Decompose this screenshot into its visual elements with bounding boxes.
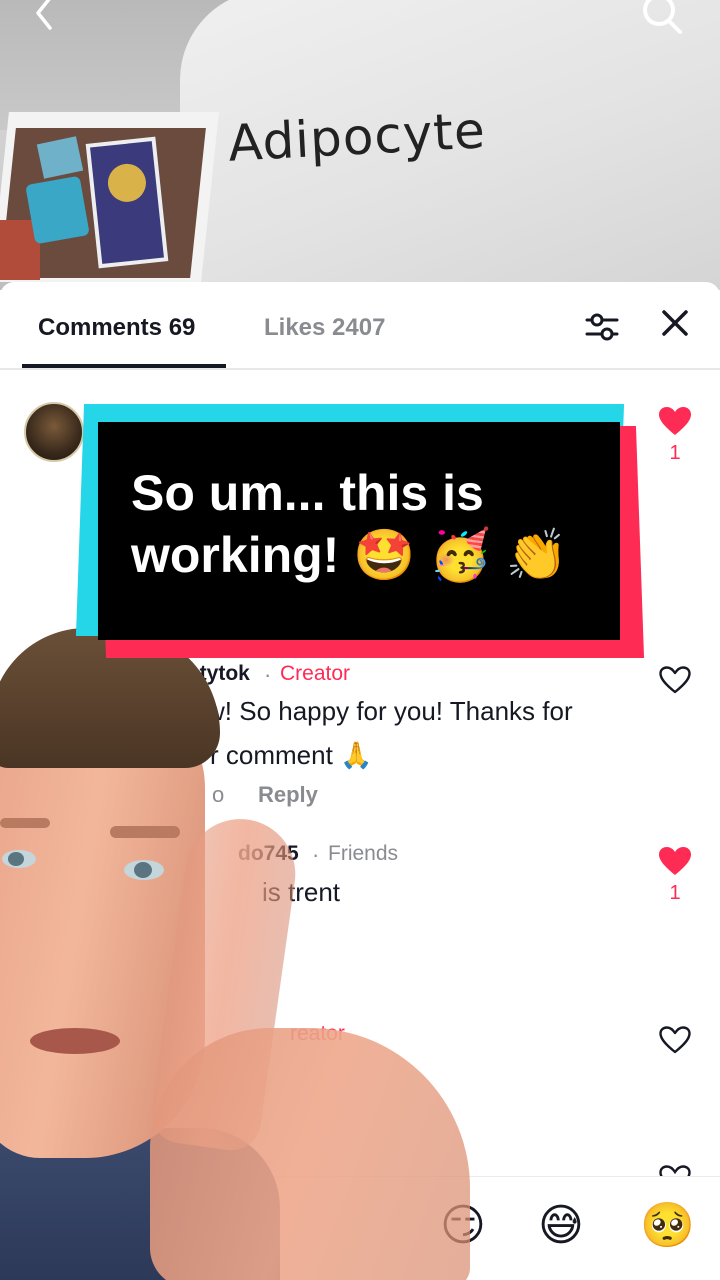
box-item xyxy=(85,136,169,269)
emoji-button[interactable]: 😅 xyxy=(538,1201,584,1251)
like-count: 1 xyxy=(669,882,681,904)
emoji-button[interactable]: 🥺 xyxy=(640,1201,695,1251)
comment-text: w! So happy for you! Thanks for xyxy=(206,696,573,726)
reply-button[interactable]: Reply xyxy=(258,782,318,808)
tab-likes[interactable]: Likes 2407 xyxy=(264,314,385,342)
chevron-left-icon[interactable] xyxy=(26,0,64,39)
comment-username[interactable]: trentytok xyxy=(160,662,250,686)
comment-username[interactable]: do745 xyxy=(238,842,299,866)
tab-comments[interactable]: Comments 69 xyxy=(38,314,195,342)
heart-filled-icon[interactable] xyxy=(658,846,692,876)
active-tab-indicator xyxy=(22,364,226,368)
heart-outline-icon[interactable] xyxy=(658,665,692,695)
separator-dot: · xyxy=(312,842,320,867)
heart-outline-icon[interactable] xyxy=(658,1164,692,1176)
filter-icon[interactable] xyxy=(585,312,619,342)
separator-dot: · xyxy=(264,662,272,687)
friends-tag: Friends xyxy=(328,842,399,865)
heart-filled-icon[interactable] xyxy=(658,406,692,436)
heart-outline-icon[interactable] xyxy=(658,1025,692,1055)
like-count: 1 xyxy=(669,442,681,464)
creator-tag: reator xyxy=(290,1022,345,1045)
close-icon[interactable] xyxy=(660,308,690,344)
comment-timestamp: o xyxy=(212,782,225,807)
box-item xyxy=(25,175,90,245)
avatar[interactable] xyxy=(24,402,84,462)
caption-overlay: So um... this is working! 🤩 🥳 👏 xyxy=(75,404,645,658)
caption-line: So um... this is xyxy=(131,465,484,521)
video-background[interactable]: Adipocyte xyxy=(0,0,720,290)
comment-text: r comment 🙏 xyxy=(210,740,373,770)
comment-text: is trent xyxy=(262,877,341,907)
panel-tabs: Comments 69 Likes 2407 xyxy=(0,282,720,370)
creator-tag: Creator xyxy=(280,662,351,685)
caption-line: working! 🤩 🥳 👏 xyxy=(131,527,568,583)
search-icon[interactable] xyxy=(640,0,684,45)
emoji-quick-bar: 😏 😅 🥺 xyxy=(0,1176,720,1280)
emoji-button[interactable]: 😏 xyxy=(440,1201,486,1251)
caption-box: So um... this is working! 🤩 🥳 👏 xyxy=(98,422,620,640)
